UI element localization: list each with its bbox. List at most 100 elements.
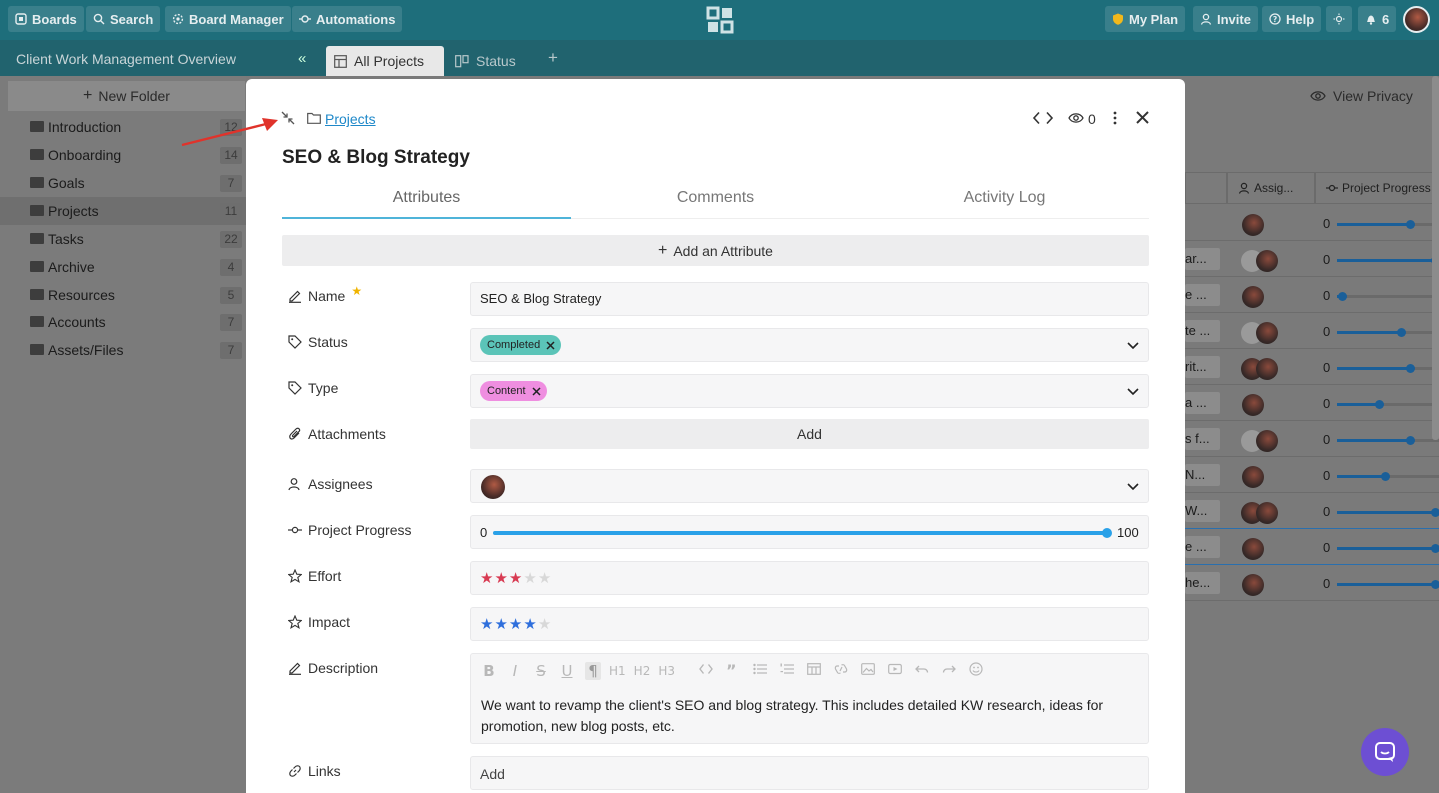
add-attribute-button[interactable]: + Add an Attribute (282, 235, 1149, 266)
theme-toggle-button[interactable] (1326, 6, 1352, 32)
status-select[interactable]: Completed (470, 328, 1149, 362)
board-manager-button[interactable]: Board Manager (165, 6, 291, 32)
star-filled-icon[interactable]: ★ (480, 616, 494, 633)
row-title-cell[interactable]: ar... (1185, 248, 1220, 270)
progress-track[interactable] (1337, 256, 1439, 265)
type-select[interactable]: Content (470, 374, 1149, 408)
star-filled-icon[interactable]: ★ (480, 570, 494, 587)
redo-icon[interactable] (942, 663, 956, 675)
impact-rating[interactable]: ★★★★★ (470, 607, 1149, 641)
code-icon[interactable] (699, 663, 713, 675)
star-filled-icon[interactable]: ★ (494, 570, 508, 587)
emoji-icon[interactable] (969, 662, 983, 676)
add-view-icon[interactable]: + (548, 49, 558, 66)
star-filled-icon[interactable]: ★ (494, 616, 508, 633)
strikethrough-button[interactable]: S (533, 662, 549, 680)
table-row[interactable]: e ... 0 (1185, 278, 1439, 313)
star-empty-icon[interactable]: ★ (538, 616, 552, 633)
scrollbar[interactable] (1432, 76, 1439, 440)
avatar[interactable] (1242, 286, 1264, 308)
view-privacy-button[interactable]: View Privacy (1310, 88, 1413, 104)
italic-button[interactable]: I (507, 662, 523, 680)
bullet-list-icon[interactable] (753, 663, 767, 675)
progress-knob[interactable] (1375, 400, 1384, 409)
search-button[interactable]: Search (86, 6, 161, 32)
heading-1-button[interactable]: H1 (609, 664, 626, 678)
avatar[interactable] (1242, 574, 1264, 596)
row-title-cell[interactable]: s f... (1185, 428, 1220, 450)
progress-knob[interactable] (1431, 508, 1439, 517)
progress-track[interactable] (1337, 436, 1439, 445)
user-avatar[interactable] (1403, 6, 1430, 33)
tab-status[interactable]: Status (447, 46, 524, 76)
tab-all-projects[interactable]: All Projects (326, 46, 444, 76)
progress-slider[interactable] (493, 528, 1112, 538)
heading-2-button[interactable]: H2 (634, 664, 651, 678)
progress-track[interactable] (1337, 364, 1439, 373)
eye-icon[interactable] (1068, 112, 1084, 124)
avatar[interactable] (1242, 538, 1264, 560)
sidebar-folder-assets-files[interactable]: Assets/Files 7 (0, 336, 246, 364)
progress-knob[interactable] (1431, 580, 1439, 589)
sidebar-folder-goals[interactable]: Goals 7 (0, 169, 246, 197)
chevron-down-icon[interactable] (1126, 479, 1140, 493)
progress-track[interactable] (1337, 508, 1439, 517)
notifications-button[interactable]: 6 (1358, 6, 1397, 32)
row-title-cell[interactable]: e ... (1185, 536, 1220, 558)
progress-knob[interactable] (1406, 364, 1415, 373)
app-logo-icon[interactable] (706, 6, 734, 34)
video-icon[interactable] (888, 663, 902, 675)
avatar[interactable] (1256, 250, 1278, 272)
invite-button[interactable]: Invite (1193, 6, 1258, 32)
code-icon[interactable] (1032, 111, 1054, 125)
row-title-cell[interactable]: W... (1185, 500, 1220, 522)
table-row[interactable]: a ... 0 (1185, 386, 1439, 421)
avatar[interactable] (1256, 358, 1278, 380)
numbered-list-icon[interactable] (780, 663, 794, 675)
breadcrumb-link[interactable]: Projects (325, 111, 376, 127)
assignees-select[interactable] (470, 469, 1149, 503)
chevron-down-icon[interactable] (1126, 384, 1140, 398)
col-header-assignees[interactable]: Assig... (1227, 172, 1315, 204)
progress-track[interactable] (1337, 292, 1439, 301)
avatar[interactable] (1256, 502, 1278, 524)
progress-track[interactable] (1337, 400, 1439, 409)
record-title[interactable]: SEO & Blog Strategy (282, 147, 470, 169)
new-folder-button[interactable]: + New Folder (8, 81, 245, 111)
col-header-progress[interactable]: Project Progress (1315, 172, 1439, 204)
star-empty-icon[interactable]: ★ (523, 570, 537, 587)
remove-tag-icon[interactable] (532, 386, 541, 396)
effort-stars[interactable]: ★★★★★ (480, 569, 552, 588)
progress-track[interactable] (1337, 328, 1439, 337)
boards-button[interactable]: Boards (8, 6, 84, 32)
my-plan-button[interactable]: My Plan (1105, 6, 1186, 32)
links-input[interactable]: Add (470, 756, 1149, 790)
effort-rating[interactable]: ★★★★★ (470, 561, 1149, 595)
close-icon[interactable] (1135, 110, 1150, 125)
avatar[interactable] (1242, 466, 1264, 488)
row-title-cell[interactable]: he... (1185, 572, 1220, 594)
progress-track[interactable] (1337, 220, 1439, 229)
tab-comments[interactable]: Comments (571, 189, 860, 219)
progress-track[interactable] (1337, 580, 1439, 589)
row-title-cell[interactable]: e ... (1185, 284, 1220, 306)
quote-icon[interactable]: ” (726, 663, 740, 675)
sidebar-folder-projects[interactable]: Projects 11 (0, 197, 246, 225)
row-title-cell[interactable]: te ... (1185, 320, 1220, 342)
paragraph-button[interactable]: ¶ (585, 662, 601, 680)
table-row[interactable]: rit... 0 (1185, 350, 1439, 385)
image-icon[interactable] (861, 663, 875, 675)
row-title-cell[interactable]: rit... (1185, 356, 1220, 378)
progress-knob[interactable] (1338, 292, 1347, 301)
col-header-name[interactable] (1185, 172, 1227, 204)
link-icon[interactable] (834, 663, 848, 675)
row-title-cell[interactable]: a ... (1185, 392, 1220, 414)
sidebar-folder-resources[interactable]: Resources 5 (0, 281, 246, 309)
sidebar-folder-archive[interactable]: Archive 4 (0, 253, 246, 281)
progress-track[interactable] (1337, 544, 1439, 553)
table-row[interactable]: 0 (1185, 206, 1439, 241)
table-row[interactable]: W... 0 (1185, 494, 1439, 529)
impact-stars[interactable]: ★★★★★ (480, 615, 552, 634)
row-title-cell[interactable]: N... (1185, 464, 1220, 486)
progress-knob[interactable] (1406, 220, 1415, 229)
